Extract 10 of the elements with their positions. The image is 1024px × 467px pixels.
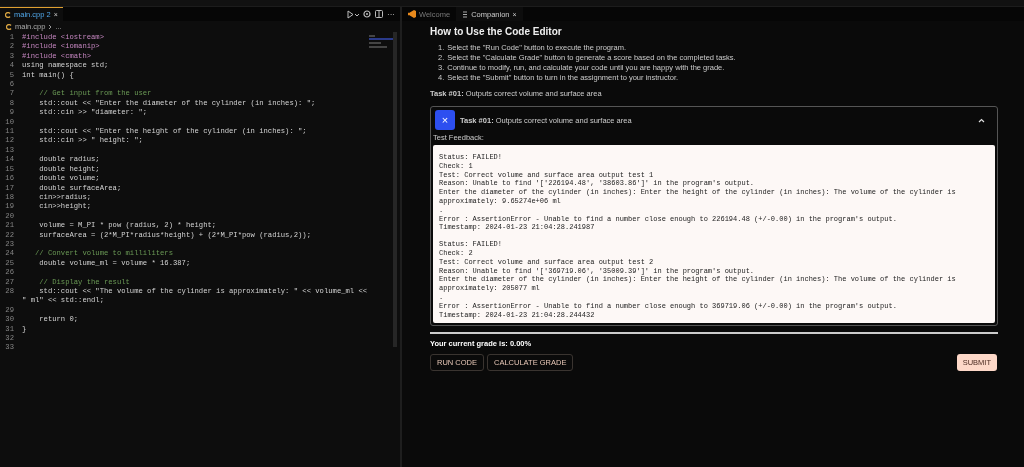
failed-icon: × — [435, 110, 455, 130]
run-debug-icon[interactable] — [347, 9, 359, 19]
vs-logo-icon — [408, 10, 416, 18]
chevron-up-icon[interactable] — [978, 117, 985, 123]
settings-icon[interactable] — [363, 10, 371, 18]
split-editor-icon[interactable] — [375, 10, 383, 18]
document-icon — [462, 10, 469, 18]
page-heading: How to Use the Code Editor — [430, 26, 563, 37]
more-actions-icon[interactable]: ··· — [387, 9, 395, 19]
chevron-right-icon — [48, 23, 53, 30]
